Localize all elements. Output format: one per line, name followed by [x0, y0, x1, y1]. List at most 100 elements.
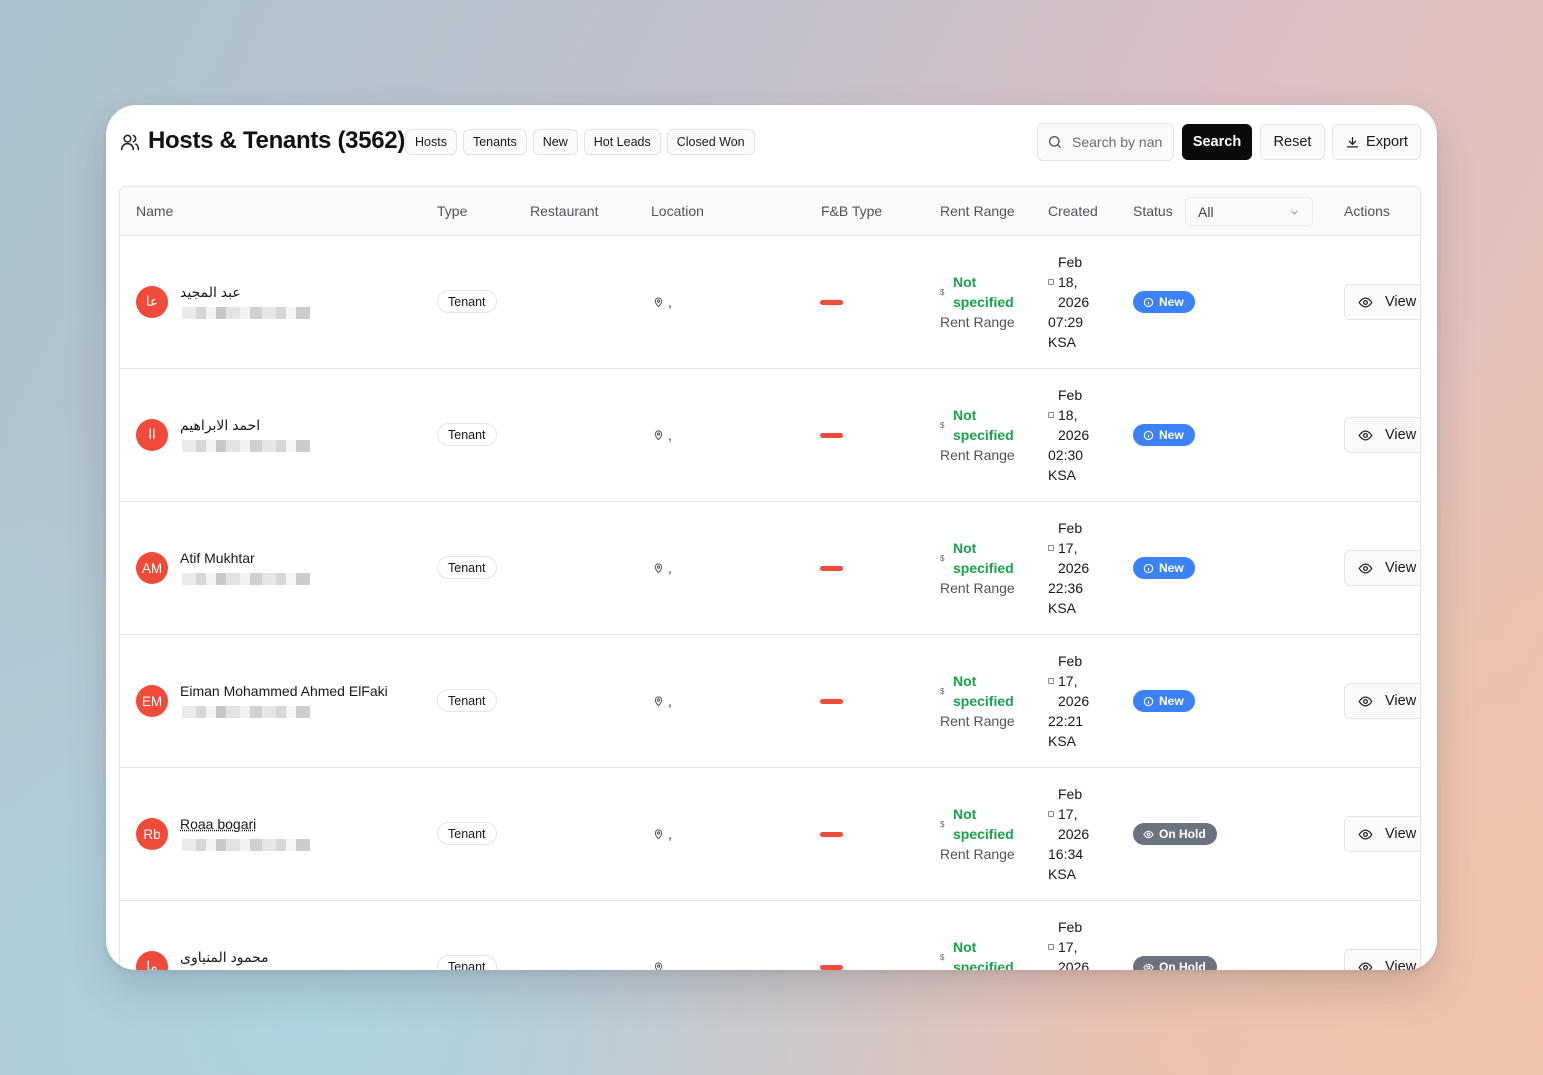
- location-cell: ,: [653, 693, 672, 709]
- filter-hosts[interactable]: Hosts: [405, 129, 457, 155]
- table-row[interactable]: اا احمد الابراهيم Tenant , $ Not specifi…: [120, 369, 1420, 502]
- location-text: ,: [668, 294, 672, 310]
- info-icon: [1143, 430, 1154, 440]
- created-timezone: KSA: [1048, 334, 1077, 350]
- avatar: ما: [136, 951, 168, 970]
- fb-type-empty-indicator: [820, 300, 843, 305]
- eye-icon: [1143, 830, 1154, 838]
- created-year: 2026: [1058, 693, 1090, 709]
- location-cell: ,: [653, 294, 672, 310]
- location-cell: ,: [653, 959, 672, 970]
- search-box[interactable]: [1037, 123, 1174, 161]
- export-button[interactable]: Export: [1332, 124, 1421, 160]
- eye-icon: [1358, 429, 1373, 441]
- rent-value: Not specified: [953, 673, 1014, 709]
- app-window: Hosts & Tenants (3562) Hosts Tenants New…: [106, 105, 1437, 970]
- contact-name[interactable]: احمد الابراهيم: [180, 417, 260, 434]
- location-text: ,: [668, 959, 672, 970]
- status-badge: On Hold: [1133, 956, 1217, 970]
- created-year: 2026: [1058, 826, 1090, 842]
- redacted-contact-info: [182, 573, 310, 585]
- users-icon: [120, 134, 140, 151]
- table-row[interactable]: EM Eiman Mohammed Ahmed ElFaki Tenant , …: [120, 635, 1420, 768]
- status-text: New: [1159, 694, 1184, 708]
- rent-label: Rent Range: [940, 580, 1015, 596]
- created-time: 02:30: [1048, 447, 1084, 463]
- fb-type-empty-indicator: [820, 566, 843, 571]
- status-filter-select[interactable]: All: [1185, 197, 1313, 226]
- filter-closed-won[interactable]: Closed Won: [666, 129, 755, 155]
- table-row[interactable]: Rb Roaa bogari Tenant , $ Not specified …: [120, 768, 1420, 901]
- col-created: Created: [1048, 203, 1098, 219]
- avatar: Rb: [136, 818, 168, 850]
- redacted-contact-info: [182, 706, 310, 718]
- created-day: 17,: [1058, 806, 1078, 822]
- filter-tenants[interactable]: Tenants: [462, 129, 527, 155]
- status-filter-value: All: [1198, 203, 1214, 220]
- search-icon: [1049, 136, 1061, 148]
- col-fb-type: F&B Type: [821, 203, 883, 219]
- rent-label: Rent Range: [940, 314, 1015, 330]
- eye-icon: [1358, 828, 1373, 840]
- dollar-icon: $: [940, 288, 945, 297]
- contact-name[interactable]: عبد المجيد: [180, 284, 241, 301]
- location-text: ,: [668, 427, 672, 443]
- hosts-table: Name Type Restaurant Location F&B Type R…: [119, 186, 1421, 970]
- status-badge: New: [1133, 291, 1195, 313]
- rent-value: Not specified: [953, 806, 1014, 842]
- created-day: 17,: [1058, 673, 1078, 689]
- fb-type-empty-indicator: [820, 832, 843, 837]
- view-button[interactable]: View: [1344, 816, 1420, 852]
- created-day: 17,: [1058, 540, 1078, 556]
- created-timezone: KSA: [1048, 467, 1077, 483]
- created-year: 2026: [1058, 560, 1090, 576]
- redacted-contact-info: [182, 440, 310, 452]
- contact-name[interactable]: محمود المنياوى: [180, 949, 269, 966]
- eye-icon: [1358, 961, 1373, 970]
- calendar-icon: [1048, 678, 1054, 684]
- view-button[interactable]: View: [1344, 683, 1420, 719]
- calendar-icon: [1048, 944, 1054, 950]
- col-restaurant: Restaurant: [530, 203, 599, 219]
- created-month: Feb: [1058, 919, 1083, 935]
- col-actions: Actions: [1344, 203, 1390, 219]
- rent-label: Rent Range: [940, 713, 1015, 729]
- view-button[interactable]: View: [1344, 949, 1420, 970]
- eye-icon: [1358, 562, 1373, 574]
- redacted-contact-info: [182, 839, 310, 851]
- view-button[interactable]: View: [1344, 550, 1420, 586]
- calendar-icon: [1048, 279, 1054, 285]
- type-badge: Tenant: [437, 689, 497, 712]
- col-type: Type: [437, 203, 468, 219]
- table-row[interactable]: ما محمود المنياوى Tenant , $ Not specifi…: [120, 901, 1420, 970]
- view-button[interactable]: View: [1344, 417, 1420, 453]
- rent-label: Rent Range: [940, 447, 1015, 463]
- filter-hot-leads[interactable]: Hot Leads: [583, 129, 661, 155]
- col-name: Name: [136, 203, 174, 219]
- map-pin-icon: [654, 563, 663, 574]
- contact-name[interactable]: Roaa bogari: [180, 816, 256, 832]
- table-row[interactable]: عا عبد المجيد Tenant , $ Not specified R…: [120, 236, 1420, 369]
- status-badge: New: [1133, 690, 1195, 712]
- calendar-icon: [1048, 545, 1054, 551]
- status-badge: On Hold: [1133, 823, 1217, 845]
- table-row[interactable]: AM Atif Mukhtar Tenant , $ Not specified…: [120, 502, 1420, 635]
- search-input[interactable]: [1072, 134, 1172, 150]
- contact-name[interactable]: Eiman Mohammed Ahmed ElFaki: [180, 683, 388, 699]
- reset-button[interactable]: Reset: [1260, 124, 1325, 160]
- filter-new[interactable]: New: [532, 129, 578, 155]
- type-badge: Tenant: [437, 556, 497, 579]
- created-timezone: KSA: [1048, 866, 1077, 882]
- calendar-icon: [1048, 811, 1054, 817]
- eye-icon: [1358, 695, 1373, 707]
- view-label: View: [1385, 959, 1417, 970]
- status-badge: New: [1133, 424, 1195, 446]
- dollar-icon: $: [940, 820, 945, 829]
- status-badge: New: [1133, 557, 1195, 579]
- contact-name[interactable]: Atif Mukhtar: [180, 550, 255, 566]
- view-button[interactable]: View: [1344, 284, 1420, 320]
- avatar: اا: [136, 419, 168, 451]
- search-button[interactable]: Search: [1182, 124, 1252, 160]
- created-time: 22:21: [1048, 713, 1084, 729]
- type-badge: Tenant: [437, 290, 497, 313]
